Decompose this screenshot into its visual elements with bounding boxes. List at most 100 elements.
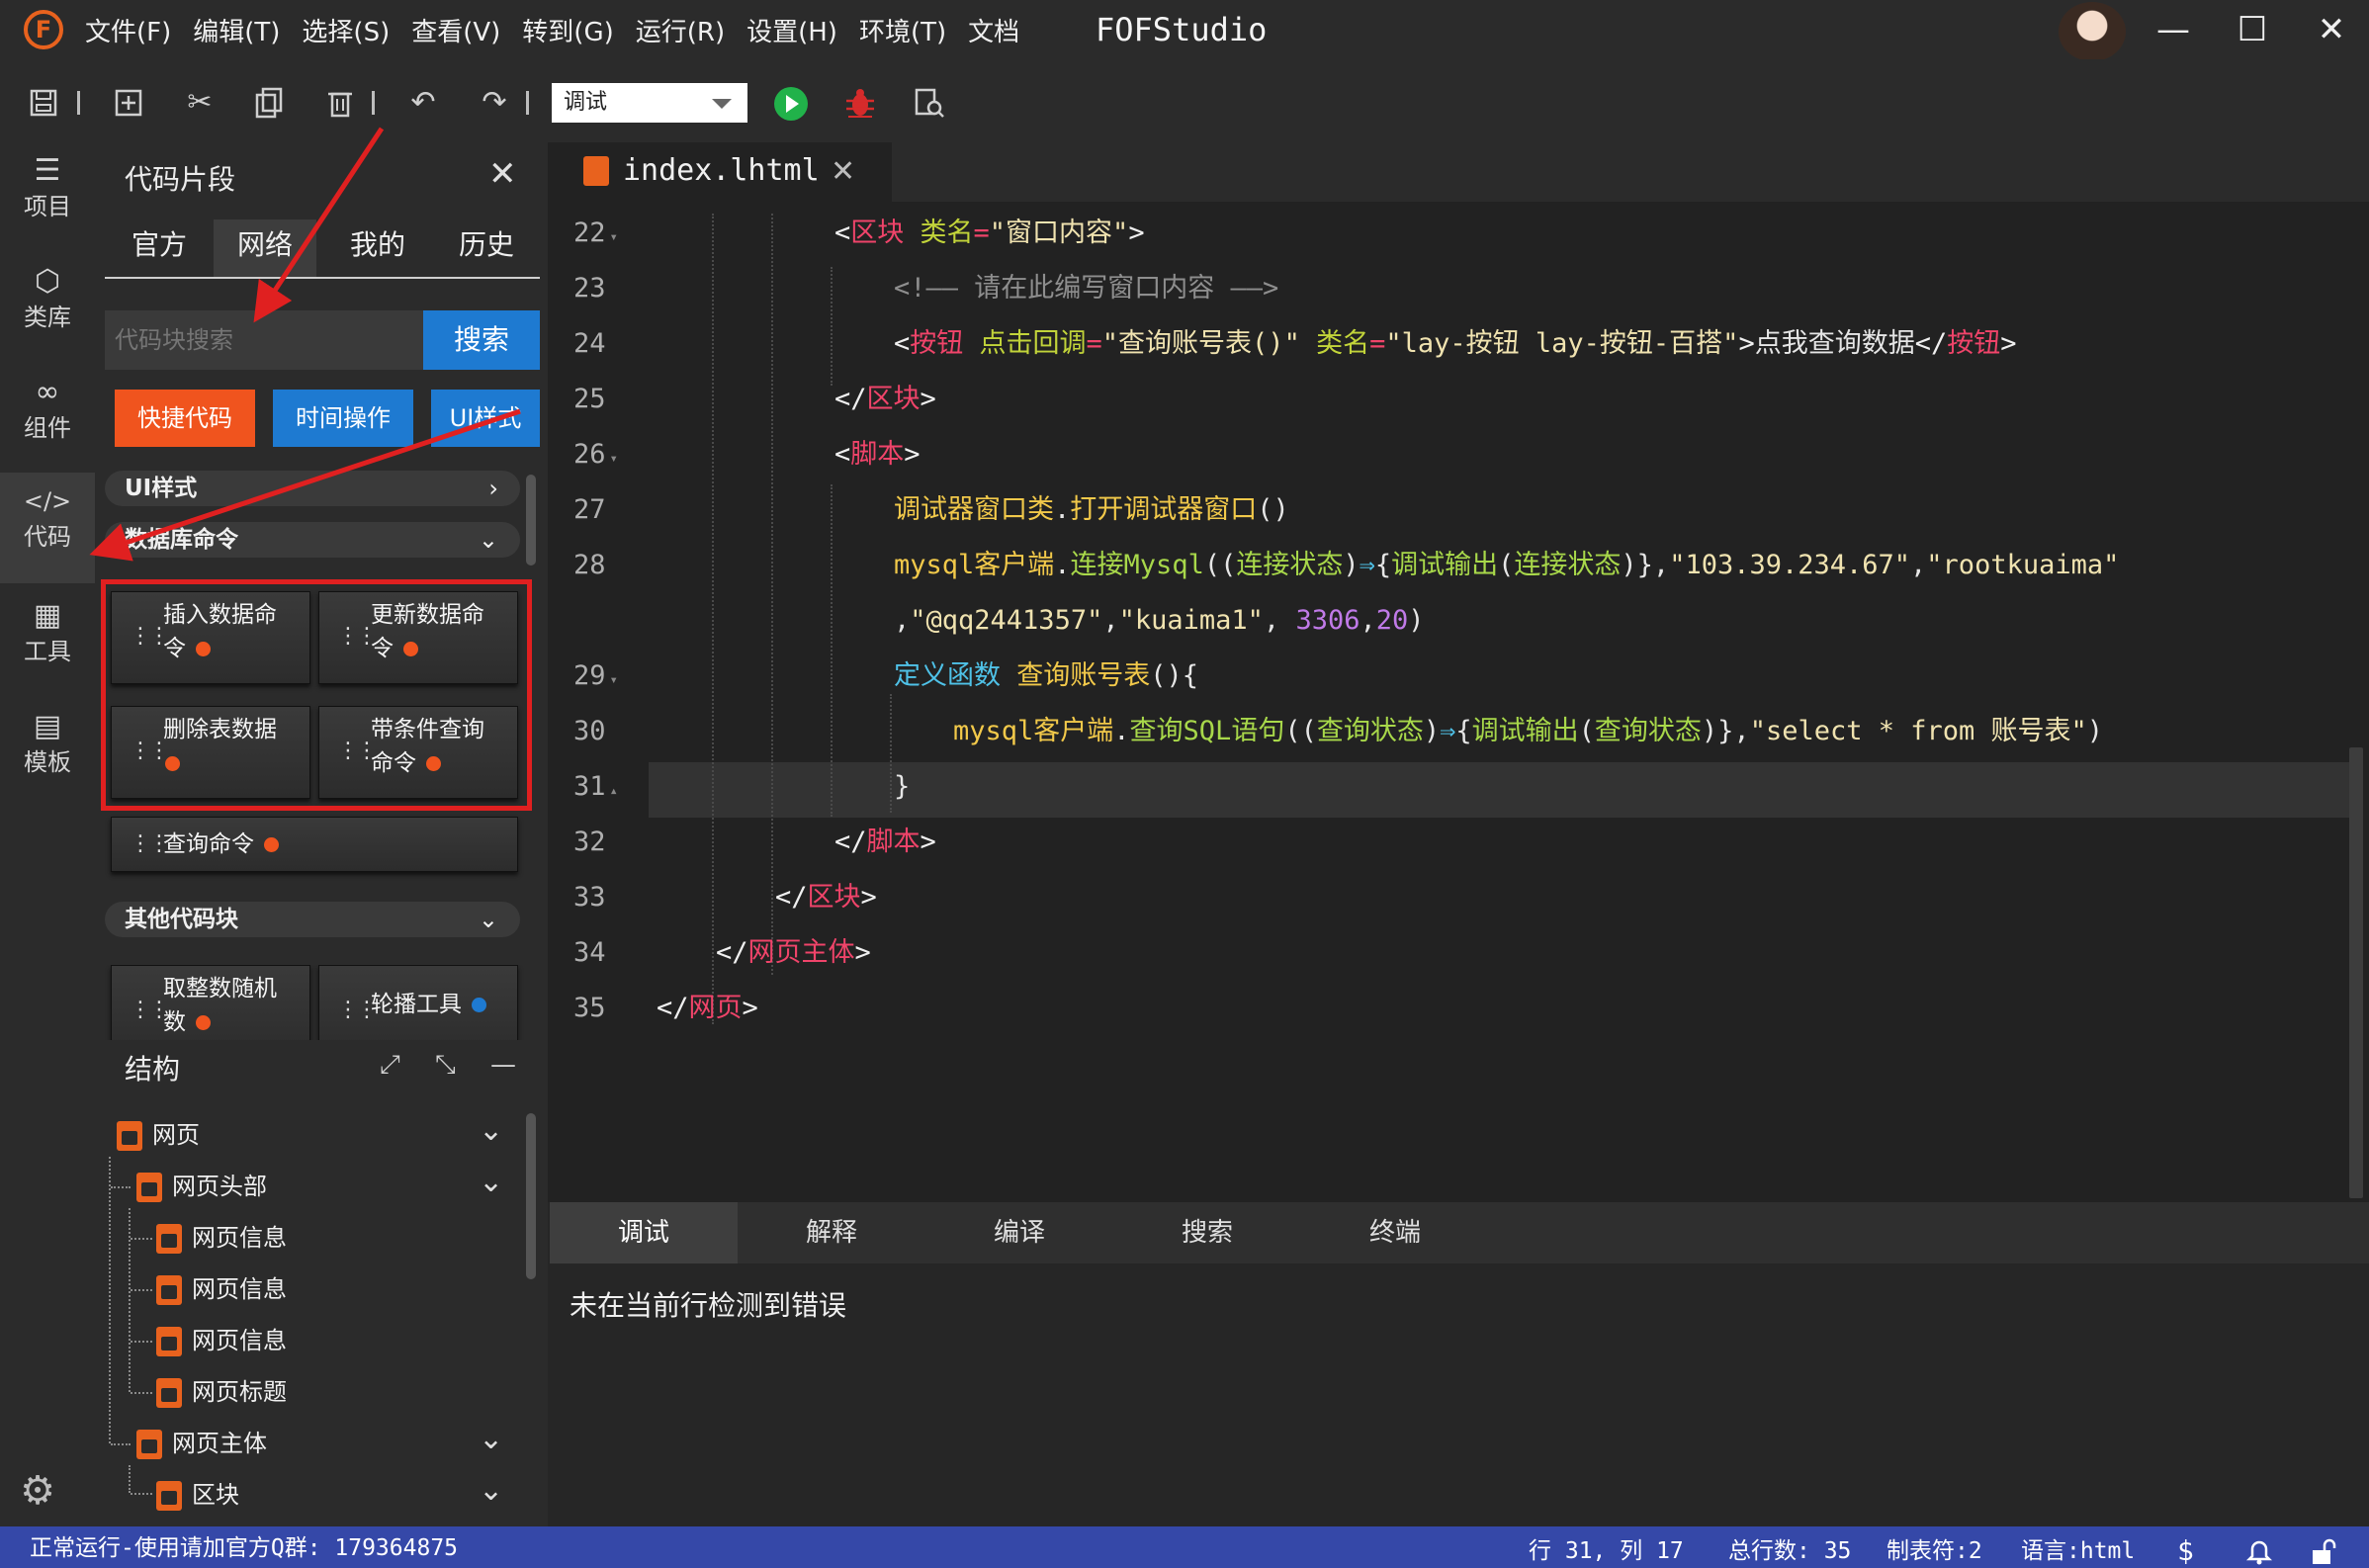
code-line[interactable]: </区块> xyxy=(834,372,936,427)
code-line[interactable]: </网页主体> xyxy=(716,925,871,981)
code-line[interactable]: mysql客户端.连接Mysql((连接状态)⇒{调试输出(连接状态)},"10… xyxy=(894,538,2119,593)
status-language[interactable]: 语言:html xyxy=(2021,1526,2135,1568)
code-editor[interactable] xyxy=(548,142,2369,1202)
unlock-icon[interactable] xyxy=(2308,1526,2337,1568)
minimize-button[interactable]: — xyxy=(2134,0,2213,59)
activity-tools[interactable]: ▦ 工具 xyxy=(0,587,95,690)
snippet-scrollbar[interactable] xyxy=(526,475,536,566)
expand-icon[interactable]: ⤢ xyxy=(380,1050,400,1081)
run-icon[interactable] xyxy=(774,87,808,121)
code-line[interactable]: </脚本> xyxy=(834,815,936,870)
collapse-icon[interactable]: ⤡ xyxy=(435,1050,456,1081)
tree-node-page-title[interactable]: 网页标题 xyxy=(156,1366,287,1418)
snippet-query-command[interactable]: ⋮⋮ 查询命令 xyxy=(111,817,518,872)
minimize-panel-icon[interactable]: — xyxy=(490,1050,516,1080)
code-line[interactable]: <按钮 点击回调="查询账号表()" 类名="lay-按钮 lay-按钮-百搭"… xyxy=(894,316,2016,372)
maximize-button[interactable]: ☐ xyxy=(2213,0,2292,59)
tree-node-page-header[interactable]: 网页头部 xyxy=(136,1161,267,1212)
group-database[interactable]: 数据库命令 ⌄ xyxy=(105,522,520,558)
debug-bug-icon[interactable] xyxy=(842,85,878,121)
output-tab-compile[interactable]: 编译 xyxy=(925,1202,1113,1263)
copy-icon[interactable] xyxy=(251,85,287,121)
close-tab-icon[interactable]: ✕ xyxy=(831,150,855,194)
output-tab-terminal[interactable]: 终端 xyxy=(1301,1202,1489,1263)
snippet-random-int[interactable]: ⋮⋮ 取整数随机 数 xyxy=(111,965,310,1040)
status-tab-size[interactable]: 制表符:2 xyxy=(1886,1526,1982,1568)
tree-node-block[interactable]: 区块 xyxy=(156,1469,239,1521)
dollar-icon[interactable]: $ xyxy=(2177,1526,2194,1568)
snippet-label: 轮播工具 xyxy=(371,992,462,1017)
category-ui-style[interactable]: UI样式 xyxy=(431,390,540,447)
menu-file[interactable]: 文件(F) xyxy=(85,12,171,48)
category-time-ops[interactable]: 时间操作 xyxy=(273,390,413,447)
status-cursor-position[interactable]: 行 31, 列 17 xyxy=(1529,1526,1684,1568)
snippet-carousel-tool[interactable]: ⋮⋮ 轮播工具 xyxy=(318,965,518,1040)
chevron-down-icon[interactable]: ⌄ xyxy=(479,1422,503,1456)
snippet-search-input[interactable] xyxy=(105,310,423,370)
code-line[interactable]: 定义函数 查询账号表(){ xyxy=(894,649,1198,704)
code-line[interactable]: <脚本> xyxy=(834,427,921,482)
code-line[interactable]: <!—— 请在此编写窗口内容 ——> xyxy=(894,261,1278,316)
activity-components[interactable]: ∞ 组件 xyxy=(0,364,95,467)
bell-icon[interactable] xyxy=(2244,1526,2274,1568)
code-line[interactable]: <区块 类名="窗口内容"> xyxy=(834,206,1145,261)
tree-node-page-info[interactable]: 网页信息 xyxy=(156,1212,287,1263)
editor-scrollbar[interactable] xyxy=(2349,747,2363,1198)
tree-node-page-info[interactable]: 网页信息 xyxy=(156,1263,287,1315)
menu-run[interactable]: 运行(R) xyxy=(636,12,725,48)
close-icon[interactable]: ✕ xyxy=(488,154,517,194)
menu-environment[interactable]: 环境(T) xyxy=(859,12,946,48)
delete-icon[interactable] xyxy=(322,85,358,121)
menu-docs[interactable]: 文档 xyxy=(968,12,1019,48)
snippet-tab-history[interactable]: 历史 xyxy=(435,219,538,277)
code-line[interactable]: </网页> xyxy=(657,981,758,1036)
tree-node-page-body[interactable]: 网页主体 xyxy=(136,1418,267,1469)
menu-view[interactable]: 查看(V) xyxy=(411,12,500,48)
chevron-down-icon[interactable]: ⌄ xyxy=(479,1473,503,1508)
group-ui-style[interactable]: UI样式 › xyxy=(105,471,520,506)
search-file-icon[interactable] xyxy=(912,85,947,121)
code-line[interactable]: mysql客户端.查询SQL语句((查询状态)⇒{调试输出(查询状态)},"se… xyxy=(953,704,2103,759)
code-line[interactable]: } xyxy=(894,759,910,815)
output-tab-debug[interactable]: 调试 xyxy=(550,1202,738,1263)
menu-settings[interactable]: 设置(H) xyxy=(746,12,837,48)
category-quick-code[interactable]: 快捷代码 xyxy=(115,390,255,447)
gear-icon[interactable]: ⚙ xyxy=(16,1469,59,1513)
activity-project[interactable]: ☰ 项目 xyxy=(0,142,95,245)
output-tab-search[interactable]: 搜索 xyxy=(1113,1202,1301,1263)
close-window-button[interactable]: ✕ xyxy=(2292,0,2369,59)
menu-select[interactable]: 选择(S) xyxy=(302,12,390,48)
undo-icon[interactable]: ↶ xyxy=(405,85,441,121)
fold-arrow-icon[interactable]: ▾ xyxy=(610,451,618,467)
chevron-down-icon[interactable]: ⌄ xyxy=(479,1113,503,1148)
chevron-down-icon[interactable]: ⌄ xyxy=(479,1165,503,1199)
save-icon[interactable] xyxy=(26,85,61,121)
activity-code[interactable]: </> 代码 xyxy=(0,473,95,583)
cut-icon[interactable]: ✂ xyxy=(182,85,218,121)
snippet-tab-official[interactable]: 官方 xyxy=(107,219,212,277)
tree-node-page[interactable]: 网页 xyxy=(117,1109,200,1161)
output-tab-explain[interactable]: 解释 xyxy=(738,1202,925,1263)
fold-arrow-icon[interactable]: ▴ xyxy=(610,783,618,799)
structure-scrollbar[interactable] xyxy=(526,1113,536,1279)
code-line[interactable]: </区块> xyxy=(775,870,877,925)
snippet-search-button[interactable]: 搜索 xyxy=(423,310,540,370)
other-snippets-viewport: ⋮⋮ 取整数随机 数 ⋮⋮ 轮播工具 xyxy=(95,965,548,1040)
toolbar-separator xyxy=(372,91,375,115)
tree-node-page-info[interactable]: 网页信息 xyxy=(156,1315,287,1366)
group-other-code[interactable]: 其他代码块 ⌄ xyxy=(105,902,520,937)
new-file-icon[interactable] xyxy=(111,85,146,121)
run-mode-select[interactable]: 调试 xyxy=(552,83,747,123)
redo-icon[interactable]: ↷ xyxy=(477,85,512,121)
fold-arrow-icon[interactable]: ▾ xyxy=(610,672,618,688)
snippet-tab-network[interactable]: 网络 xyxy=(214,219,316,277)
menu-goto[interactable]: 转到(G) xyxy=(522,12,613,48)
code-line[interactable]: ,"@qq2441357","kuaima1", 3306,20) xyxy=(894,593,1425,649)
code-line[interactable]: 调试器窗口类.打开调试器窗口() xyxy=(894,482,1289,538)
activity-library[interactable]: ⬡ 类库 xyxy=(0,253,95,356)
snippet-tab-mine[interactable]: 我的 xyxy=(326,219,429,277)
menu-edit[interactable]: 编辑(T) xyxy=(193,12,280,48)
activity-templates[interactable]: ▤ 模板 xyxy=(0,698,95,801)
user-avatar[interactable] xyxy=(2059,2,2126,61)
fold-arrow-icon[interactable]: ▾ xyxy=(610,229,618,245)
